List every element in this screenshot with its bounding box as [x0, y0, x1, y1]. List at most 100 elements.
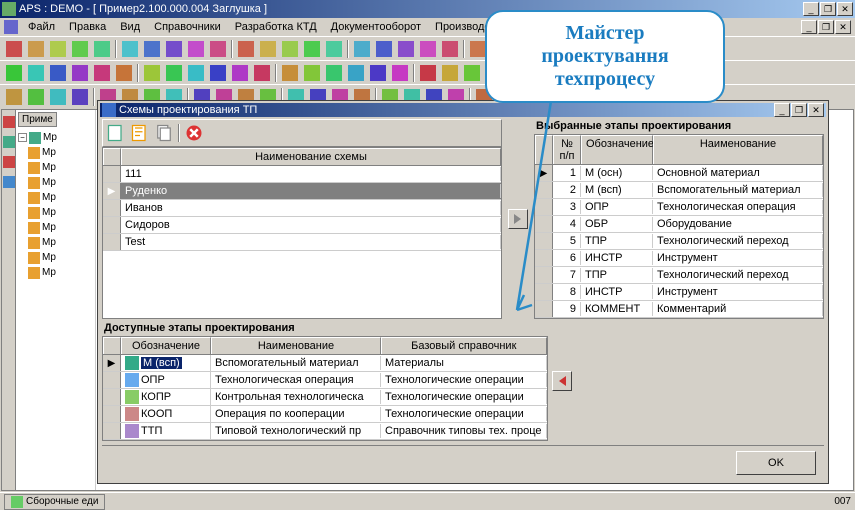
minimize-button[interactable]: _	[774, 103, 790, 117]
panel-icon[interactable]	[3, 156, 15, 168]
toolbar-button[interactable]	[48, 63, 68, 83]
toolbar-button[interactable]	[70, 87, 90, 107]
selected-row[interactable]: 2М (всп)Вспомогательный материал	[535, 182, 823, 199]
menu-item[interactable]: Разработка КТД	[229, 20, 323, 34]
selected-row[interactable]: 5ТПРТехнологический переход	[535, 233, 823, 250]
toolbar-button[interactable]	[48, 87, 68, 107]
available-row[interactable]: ОПРТехнологическая операцияТехнологическ…	[103, 372, 547, 389]
scheme-row[interactable]: ▶Руденко	[103, 183, 501, 200]
tree-item[interactable]: Мр	[18, 190, 93, 205]
menu-item[interactable]: Файл	[22, 20, 61, 34]
tree-item[interactable]: Мр	[18, 265, 93, 280]
copy-button[interactable]	[153, 122, 175, 144]
toolbar-button[interactable]	[374, 39, 394, 59]
available-row[interactable]: КОПРКонтрольная технологическаТехнологич…	[103, 389, 547, 406]
scheme-row[interactable]: 111	[103, 166, 501, 183]
ok-button[interactable]: OK	[736, 451, 816, 475]
tree-item[interactable]: Мр	[18, 205, 93, 220]
menu-item[interactable]: Справочники	[148, 20, 227, 34]
toolbar-button[interactable]	[164, 39, 184, 59]
selected-row[interactable]: 6ИНСТРИнструмент	[535, 250, 823, 267]
toolbar-button[interactable]	[114, 63, 134, 83]
maximize-button[interactable]: ❐	[820, 2, 836, 16]
toolbar-button[interactable]	[302, 39, 322, 59]
scheme-row[interactable]: Test	[103, 234, 501, 251]
child-close-button[interactable]: ✕	[835, 20, 851, 34]
panel-icon[interactable]	[3, 176, 15, 188]
maximize-button[interactable]: ❐	[791, 103, 807, 117]
menu-item[interactable]: Правка	[63, 20, 112, 34]
toolbar-button[interactable]	[4, 63, 24, 83]
tree-item[interactable]: Мр	[18, 220, 93, 235]
toolbar-button[interactable]	[352, 39, 372, 59]
new-button[interactable]	[105, 122, 127, 144]
scheme-row[interactable]: Сидоров	[103, 217, 501, 234]
panel-icon[interactable]	[3, 136, 15, 148]
toolbar-button[interactable]	[302, 63, 322, 83]
toolbar-button[interactable]	[280, 39, 300, 59]
tree-item[interactable]: Мр	[18, 145, 93, 160]
toolbar-button[interactable]	[258, 39, 278, 59]
available-row[interactable]: КООПОперация по кооперацииТехнологически…	[103, 406, 547, 423]
toolbar-button[interactable]	[142, 63, 162, 83]
toolbar-button[interactable]	[418, 39, 438, 59]
toolbar-button[interactable]	[26, 87, 46, 107]
toolbar-button[interactable]	[186, 63, 206, 83]
menu-item[interactable]: Документооборот	[325, 20, 427, 34]
scheme-grid[interactable]: Наименование схемы 111▶РуденкоИвановСидо…	[102, 147, 502, 319]
toolbar-button[interactable]	[346, 63, 366, 83]
tree-root[interactable]: −Мр	[18, 130, 93, 145]
tree-tab[interactable]: Приме	[18, 112, 57, 127]
toolbar-button[interactable]	[252, 63, 272, 83]
tree-item[interactable]: Мр	[18, 160, 93, 175]
tree-item[interactable]: Мр	[18, 175, 93, 190]
toolbar-button[interactable]	[230, 63, 250, 83]
toolbar-button[interactable]	[70, 39, 90, 59]
toolbar-button[interactable]	[440, 63, 460, 83]
close-button[interactable]: ✕	[808, 103, 824, 117]
selected-row[interactable]: 9КОММЕНТКомментарий	[535, 301, 823, 318]
available-row[interactable]: ▶М (всп)Вспомогательный материалМатериал…	[103, 355, 547, 372]
available-row[interactable]: ТТПТиповой технологический прСправочник …	[103, 423, 547, 440]
toolbar-button[interactable]	[440, 39, 460, 59]
toolbar-button[interactable]	[92, 39, 112, 59]
child-restore-button[interactable]: ❐	[818, 20, 834, 34]
tree-item[interactable]: Мр	[18, 235, 93, 250]
toolbar-button[interactable]	[208, 39, 228, 59]
selected-row[interactable]: ▶1М (осн)Основной материал	[535, 165, 823, 182]
toolbar-button[interactable]	[4, 39, 24, 59]
scheme-row[interactable]: Иванов	[103, 200, 501, 217]
toolbar-button[interactable]	[120, 39, 140, 59]
toolbar-button[interactable]	[48, 39, 68, 59]
minimize-button[interactable]: _	[803, 2, 819, 16]
toolbar-button[interactable]	[92, 63, 112, 83]
toolbar-button[interactable]	[70, 63, 90, 83]
toolbar-button[interactable]	[208, 63, 228, 83]
toolbar-button[interactable]	[396, 39, 416, 59]
toolbar-button[interactable]	[390, 63, 410, 83]
toolbar-button[interactable]	[324, 39, 344, 59]
tree-item[interactable]: Мр	[18, 250, 93, 265]
toolbar-button[interactable]	[26, 63, 46, 83]
selected-row[interactable]: 4ОБРОборудование	[535, 216, 823, 233]
remove-stage-button[interactable]	[552, 371, 572, 391]
delete-button[interactable]	[183, 122, 205, 144]
selected-row[interactable]: 3ОПРТехнологическая операция	[535, 199, 823, 216]
close-button[interactable]: ✕	[837, 2, 853, 16]
toolbar-button[interactable]	[142, 39, 162, 59]
toolbar-button[interactable]	[236, 39, 256, 59]
toolbar-button[interactable]	[462, 63, 482, 83]
toolbar-button[interactable]	[4, 87, 24, 107]
toolbar-button[interactable]	[280, 63, 300, 83]
selected-row[interactable]: 8ИНСТРИнструмент	[535, 284, 823, 301]
toolbar-button[interactable]	[26, 39, 46, 59]
toolbar-button[interactable]	[368, 63, 388, 83]
selected-grid[interactable]: № п/п Обозначение Наименование ▶1М (осн)…	[534, 134, 824, 319]
available-grid[interactable]: Обозначение Наименование Базовый справоч…	[102, 336, 548, 441]
menu-item[interactable]: Вид	[114, 20, 146, 34]
toolbar-button[interactable]	[186, 39, 206, 59]
toolbar-button[interactable]	[324, 63, 344, 83]
toolbar-button[interactable]	[418, 63, 438, 83]
child-minimize-button[interactable]: _	[801, 20, 817, 34]
panel-icon[interactable]	[3, 116, 15, 128]
